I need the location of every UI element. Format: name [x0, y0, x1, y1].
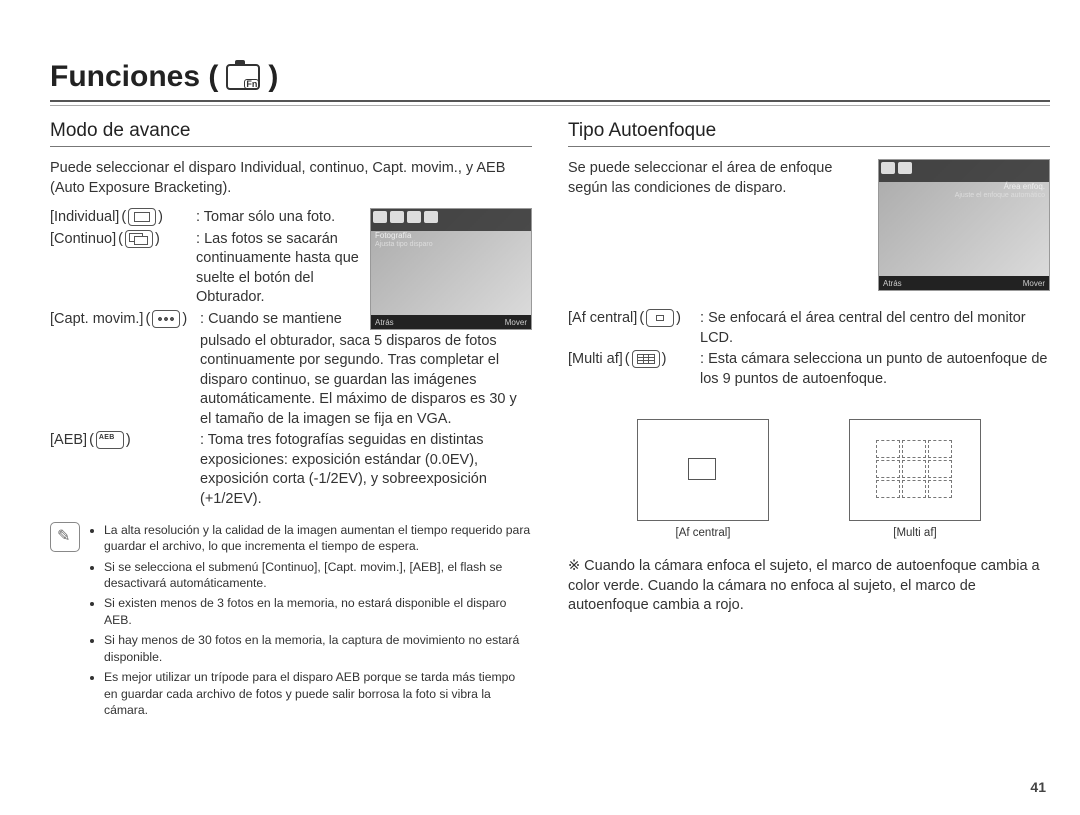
lcd-preview-drive: Fotografía Ajusta tipo disparo Atrás Mov…: [370, 208, 532, 330]
af-multi-caption: [Multi af]: [849, 527, 981, 539]
left-intro: Puede seleccionar el disparo Individual,…: [50, 159, 532, 198]
title-rule: [50, 100, 1050, 102]
note-pencil-icon: [50, 522, 80, 552]
desc: Esta cámara selecciona un punto de autoe…: [700, 351, 1047, 387]
lcd-topline: Área enfoq.: [1004, 182, 1045, 191]
page-number: 41: [1030, 779, 1046, 795]
note-item: Si existen menos de 3 fotos en la memori…: [104, 595, 532, 628]
aeb-icon: [96, 431, 124, 449]
af-multi-icon: [632, 350, 660, 368]
lcd-subline: Ajusta tipo disparo: [375, 241, 433, 248]
label: [Af central]: [568, 310, 637, 326]
page-title: Funciones ( ): [50, 60, 278, 94]
desc-rest: pulsado el obturador, saca 5 disparos de…: [200, 332, 532, 430]
label: [Individual]: [50, 209, 119, 225]
af-central-caption: [Af central]: [637, 527, 769, 539]
af-item-central: [Af central] () Se enfocará el área cent…: [568, 309, 1050, 348]
title-prefix: Funciones (: [50, 60, 218, 94]
note-item: La alta resolución y la calidad de la im…: [104, 522, 532, 555]
title-suffix: ): [268, 60, 278, 94]
notes-block: La alta resolución y la calidad de la im…: [50, 522, 532, 723]
motion-capture-icon: [152, 310, 180, 328]
label: [Capt. movim.]: [50, 311, 143, 327]
af-multi-figure: [Multi af]: [849, 419, 981, 539]
drive-item-individual: [Individual] () Tomar sólo una foto.: [50, 208, 360, 228]
camera-fn-icon: [226, 64, 260, 90]
af-center-icon: [646, 309, 674, 327]
desc: Toma tres fotografías seguidas en distin…: [200, 432, 487, 507]
desc: Tomar sólo una foto.: [196, 209, 335, 225]
note-item: Es mejor utilizar un trípode para el dis…: [104, 669, 532, 718]
desc: Se enfocará el área central del centro d…: [700, 310, 1026, 346]
continuous-icon: [125, 230, 153, 248]
right-intro: Se puede seleccionar el área de enfoque …: [568, 159, 866, 198]
lcd-topline: Fotografía: [375, 231, 411, 240]
right-column: Tipo Autoenfoque Se puede seleccionar el…: [568, 120, 1050, 723]
lcd-move: Mover: [1023, 279, 1045, 288]
af-central-figure: [Af central]: [637, 419, 769, 539]
lcd-subline: Ajuste el enfoque automático: [955, 192, 1045, 199]
drive-item-aeb: [AEB] () Toma tres fotografías seguidas …: [50, 431, 532, 509]
lcd-back: Atrás: [375, 318, 394, 327]
asterisk-note: ※ Cuando la cámara enfoca el sujeto, el …: [568, 557, 1050, 616]
single-shot-icon: [128, 208, 156, 226]
label: [AEB]: [50, 432, 87, 448]
lcd-back: Atrás: [883, 279, 902, 288]
lcd-preview-af: Área enfoq. Ajuste el enfoque automático…: [878, 159, 1050, 291]
left-heading-rule: [50, 146, 532, 147]
title-rule-thin: [50, 105, 1050, 106]
lcd-move: Mover: [505, 318, 527, 327]
drive-item-movim: [Capt. movim.] () Cuando se mantiene: [50, 310, 360, 330]
right-heading-rule: [568, 146, 1050, 147]
label: [Multi af]: [568, 351, 623, 367]
desc-short: Cuando se mantiene: [200, 311, 342, 327]
note-item: Si hay menos de 30 fotos en la memoria, …: [104, 632, 532, 665]
left-column: Modo de avance Puede seleccionar el disp…: [50, 120, 532, 723]
drive-item-movim-rest: pulsado el obturador, saca 5 disparos de…: [50, 332, 532, 430]
left-heading: Modo de avance: [50, 120, 532, 142]
note-item: Si se selecciona el submenú [Continuo], …: [104, 559, 532, 592]
label: [Continuo]: [50, 231, 116, 247]
desc: Las fotos se sacarán continuamente hasta…: [196, 231, 359, 306]
right-heading: Tipo Autoenfoque: [568, 120, 1050, 142]
drive-item-continuo: [Continuo] () Las fotos se sacarán conti…: [50, 230, 360, 308]
af-item-multi: [Multi af] () Esta cámara selecciona un …: [568, 350, 1050, 389]
